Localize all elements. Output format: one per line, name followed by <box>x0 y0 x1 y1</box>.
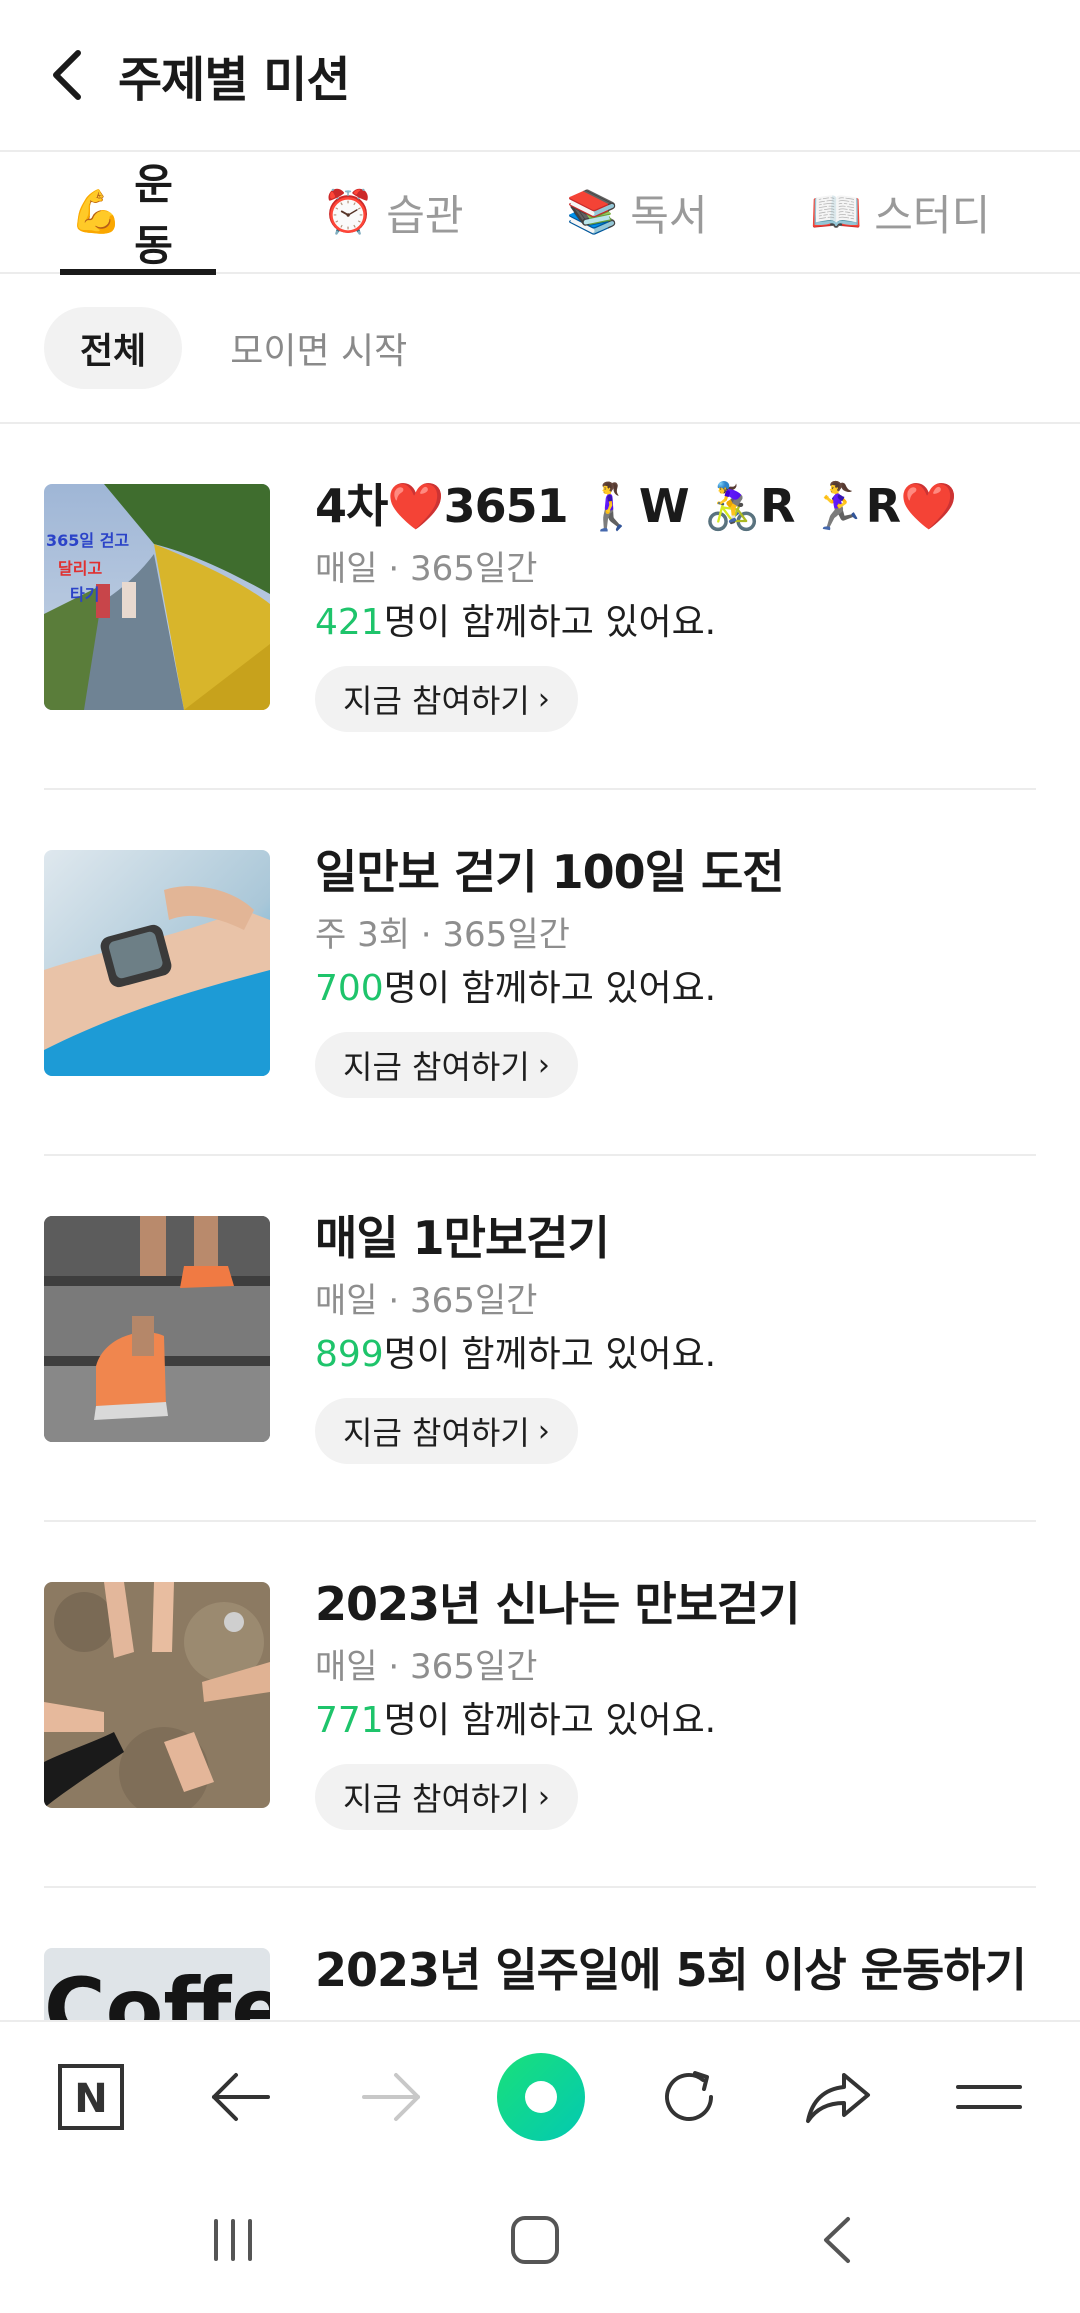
flexed-biceps-icon: 💪 <box>70 187 123 236</box>
participant-count: 899명이 함께하고 있어요. <box>315 1326 1036 1384</box>
mission-item[interactable]: 매일 1만보걷기 매일 · 365일간 899명이 함께하고 있어요. 지금 참… <box>44 1156 1036 1522</box>
alarm-clock-icon: ⏰ <box>322 187 375 236</box>
mission-thumbnail: 365일 걷고 달리고 타기 <box>44 484 270 710</box>
participant-text: 명이 함께하고 있어요. <box>383 1334 717 1375</box>
chevron-right-icon: › <box>537 1779 550 1815</box>
forward-arrow-icon <box>362 2073 420 2121</box>
mission-item[interactable]: 2023년 신나는 만보걷기 매일 · 365일간 771명이 함께하고 있어요… <box>44 1522 1036 1888</box>
share-icon <box>806 2073 870 2123</box>
join-label: 지금 참여하기 <box>343 1048 530 1086</box>
mission-title: 2023년 일주일에 5회 이상 운동하기 <box>315 1943 1027 1997</box>
chevron-right-icon: › <box>537 681 550 717</box>
participant-number: 899 <box>315 1334 384 1375</box>
tab-label: 운동 <box>134 160 173 270</box>
recent-apps-button[interactable] <box>178 2190 288 2290</box>
join-label: 지금 참여하기 <box>343 1414 530 1452</box>
mission-thumbnail <box>44 850 270 1076</box>
mission-schedule: 매일 · 365일간 <box>315 1647 538 1687</box>
mission-thumbnail <box>44 1582 270 1808</box>
chevron-left-icon <box>824 2217 850 2263</box>
thumb-caption: 365일 걷고 <box>46 531 129 550</box>
participant-number: 421 <box>315 602 384 643</box>
join-now-button[interactable]: 지금 참여하기 › <box>315 1398 578 1464</box>
thumb-caption: 타기 <box>70 585 99 604</box>
mission-item[interactable]: 일만보 걷기 100일 도전 주 3회 · 365일간 700명이 함께하고 있… <box>44 790 1036 1156</box>
mission-title: 일만보 걷기 100일 도전 <box>315 845 785 899</box>
participant-number: 771 <box>315 1700 384 1741</box>
browser-forward-button[interactable] <box>336 2022 446 2172</box>
thumb-caption: 달리고 <box>58 559 102 578</box>
tab-reading[interactable]: 📚 독서 <box>556 151 718 273</box>
home-square-icon <box>511 2216 559 2264</box>
chevron-left-icon <box>53 50 81 100</box>
category-tabs: 💪 운동 ⏰ 습관 📚 독서 📖 스터디 <box>0 151 1080 275</box>
menu-icon <box>956 2085 1022 2109</box>
tab-label: 스터디 <box>874 190 991 240</box>
top-app-bar: 주제별 미션 <box>0 0 1080 152</box>
svg-text:N: N <box>74 2076 107 2122</box>
participant-text: 명이 함께하고 있어요. <box>383 602 717 643</box>
participant-number: 700 <box>315 968 384 1009</box>
menu-button[interactable] <box>934 2022 1044 2172</box>
mission-item[interactable]: Coffe 2023년 일주일에 5회 이상 운동하기 <box>44 1888 1036 2020</box>
system-back-button[interactable] <box>782 2190 892 2290</box>
browser-toolbar: N <box>0 2020 1080 2170</box>
mission-schedule: 매일 · 365일간 <box>315 549 538 589</box>
mission-list: 365일 걷고 달리고 타기 4차❤️3651 🚶‍♀️W 🚴‍♀️R 🏃‍♀️… <box>0 424 1080 2020</box>
participant-count: 771명이 함께하고 있어요. <box>315 1692 1036 1750</box>
books-icon: 📚 <box>566 187 619 236</box>
join-label: 지금 참여하기 <box>343 1780 530 1818</box>
back-arrow-icon <box>212 2073 270 2121</box>
participant-text: 명이 함께하고 있어요. <box>383 1700 717 1741</box>
open-book-icon: 📖 <box>810 187 863 236</box>
filter-gather-start-chip[interactable]: 모이면 시작 <box>194 307 443 389</box>
mission-schedule: 주 3회 · 365일간 <box>315 915 570 955</box>
tab-label: 습관 <box>386 190 464 240</box>
browser-back-button[interactable] <box>186 2022 296 2172</box>
participant-text: 명이 함께하고 있어요. <box>383 968 717 1009</box>
filter-all-chip[interactable]: 전체 <box>44 307 183 389</box>
refresh-icon <box>665 2071 713 2121</box>
mission-schedule: 매일 · 365일간 <box>315 1281 538 1321</box>
tab-exercise[interactable]: 💪 운동 <box>60 151 216 275</box>
chevron-right-icon: › <box>537 1413 550 1449</box>
filter-chips: 전체 모이면 시작 <box>0 274 1080 424</box>
join-label: 지금 참여하기 <box>343 682 530 720</box>
join-now-button[interactable]: 지금 참여하기 › <box>315 1032 578 1098</box>
join-now-button[interactable]: 지금 참여하기 › <box>315 666 578 732</box>
back-button[interactable] <box>38 45 98 105</box>
naver-n-icon: N <box>58 2064 124 2130</box>
tab-study[interactable]: 📖 스터디 <box>800 151 1000 273</box>
mission-thumbnail: Coffe <box>44 1948 270 2020</box>
system-nav-bar <box>0 2170 1080 2313</box>
mission-title: 매일 1만보걷기 <box>315 1211 610 1265</box>
mission-thumbnail <box>44 1216 270 1442</box>
home-button[interactable] <box>480 2190 590 2290</box>
naver-home-button[interactable]: N <box>36 2022 146 2172</box>
share-button[interactable] <box>784 2022 894 2172</box>
green-dot-home-icon <box>497 2053 585 2141</box>
participant-count: 421명이 함께하고 있어요. <box>315 594 1036 652</box>
thumb-caption: Coffe <box>44 1960 270 2020</box>
mission-title: 4차❤️3651 🚶‍♀️W 🚴‍♀️R 🏃‍♀️R❤️ <box>315 479 957 533</box>
page-title: 주제별 미션 <box>118 52 351 108</box>
tab-label: 독서 <box>630 190 708 240</box>
participant-count: 700명이 함께하고 있어요. <box>315 960 1036 1018</box>
join-now-button[interactable]: 지금 참여하기 › <box>315 1764 578 1830</box>
mission-title: 2023년 신나는 만보걷기 <box>315 1577 801 1631</box>
mission-item[interactable]: 365일 걷고 달리고 타기 4차❤️3651 🚶‍♀️W 🚴‍♀️R 🏃‍♀️… <box>44 424 1036 790</box>
tab-habit[interactable]: ⏰ 습관 <box>312 151 474 273</box>
chevron-right-icon: › <box>537 1047 550 1083</box>
refresh-button[interactable] <box>634 2022 744 2172</box>
green-dot-button[interactable] <box>486 2022 596 2172</box>
recent-apps-icon <box>214 2219 252 2261</box>
